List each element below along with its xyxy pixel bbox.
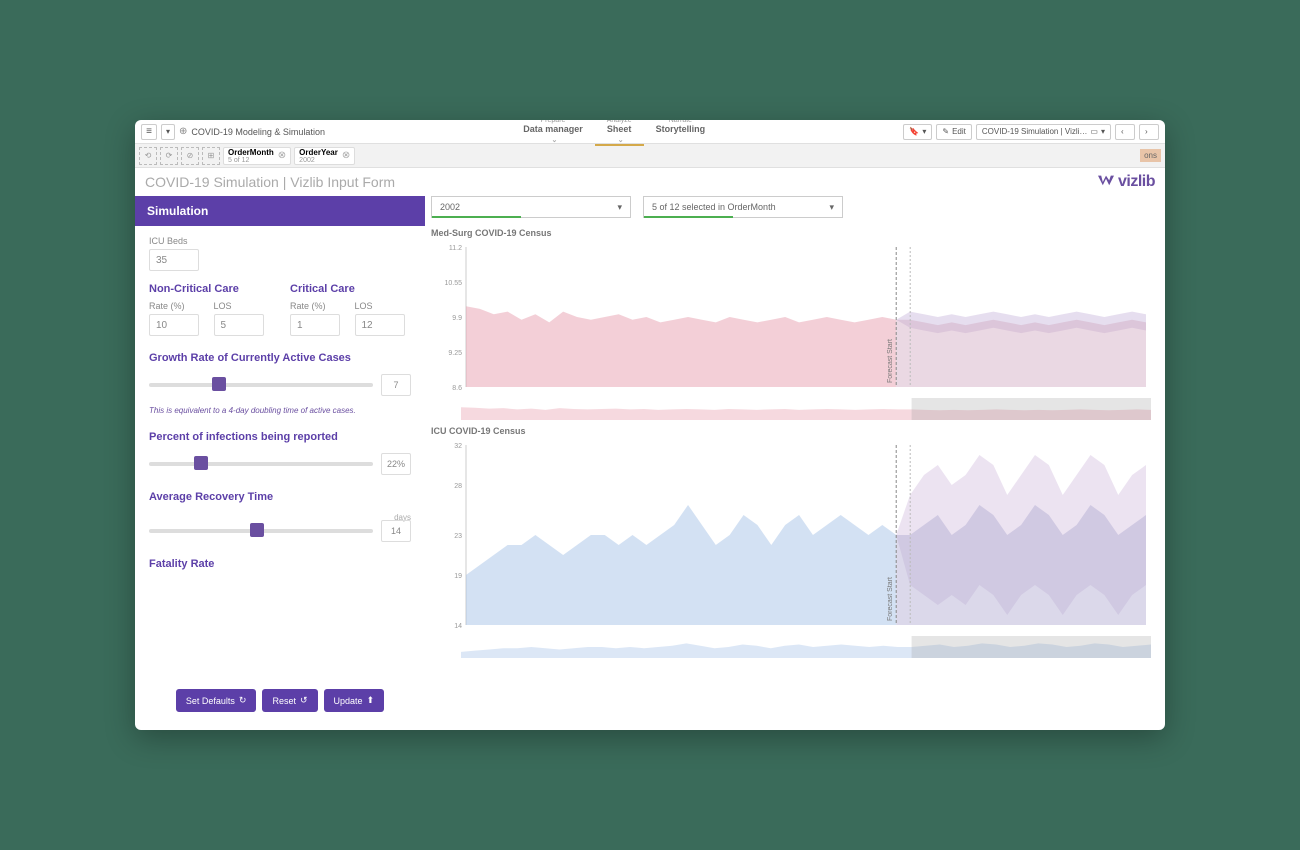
update-button[interactable]: Update⬆ bbox=[324, 689, 385, 712]
refresh-icon: ↻ bbox=[239, 695, 247, 706]
content-area: Simulation ICU Beds Non-Critical Care Ra… bbox=[135, 196, 1165, 730]
page-header: COVID-19 Simulation | Vizlib Input Form … bbox=[135, 168, 1165, 196]
prev-sheet-button[interactable]: ‹ bbox=[1115, 124, 1135, 140]
upload-icon: ⬆ bbox=[367, 695, 375, 706]
chevron-down-icon: ⌄ bbox=[610, 136, 632, 144]
recovery-slider[interactable] bbox=[149, 529, 373, 533]
app-window: ≡ ▾ ⊕ COVID-19 Modeling & Simulation Pre… bbox=[135, 120, 1165, 730]
icu-minimap[interactable] bbox=[431, 636, 1155, 658]
fatality-title: Fatality Rate bbox=[149, 558, 411, 570]
undo-icon: ↺ bbox=[300, 695, 308, 706]
nav-prepare[interactable]: Prepare Data manager⌄ bbox=[511, 120, 595, 146]
growth-rate-slider[interactable] bbox=[149, 383, 373, 387]
vizlib-logo: vizlib bbox=[1098, 173, 1155, 191]
selection-back-button[interactable]: ⟲ bbox=[139, 147, 157, 165]
simulation-panel: Simulation ICU Beds Non-Critical Care Ra… bbox=[135, 196, 425, 720]
chevron-down-icon: ▾ bbox=[617, 202, 622, 213]
recovery-value[interactable]: 14 bbox=[381, 520, 411, 542]
recovery-title: Average Recovery Time bbox=[149, 491, 411, 503]
svg-text:23: 23 bbox=[454, 533, 462, 540]
nav-narrate[interactable]: Narrate Storytelling bbox=[644, 120, 718, 146]
icu-beds-label: ICU Beds bbox=[149, 236, 411, 246]
med-surg-chart[interactable]: 8.6 9.25 9.9 10.55 11.2 Forecast Start bbox=[431, 242, 1155, 392]
non-critical-rate-input[interactable] bbox=[149, 314, 199, 336]
menu-dropdown[interactable]: ▾ bbox=[161, 124, 175, 140]
year-dropdown[interactable]: 2002▾ bbox=[431, 196, 631, 218]
month-dropdown[interactable]: 5 of 12 selected in OrderMonth▾ bbox=[643, 196, 843, 218]
svg-text:19: 19 bbox=[454, 573, 462, 580]
edit-button[interactable]: ✎Edit bbox=[936, 124, 972, 140]
sheet-icon: ▭ bbox=[1090, 127, 1098, 136]
simulation-footer: Set Defaults↻ Reset↺ Update⬆ bbox=[135, 681, 425, 720]
svg-text:11.2: 11.2 bbox=[449, 245, 462, 252]
reported-title: Percent of infections being reported bbox=[149, 431, 411, 443]
app-title: COVID-19 Modeling & Simulation bbox=[191, 127, 325, 137]
top-toolbar: ≡ ▾ ⊕ COVID-19 Modeling & Simulation Pre… bbox=[135, 120, 1165, 144]
growth-rate-title: Growth Rate of Currently Active Cases bbox=[149, 352, 411, 364]
svg-text:14: 14 bbox=[454, 623, 462, 630]
svg-text:9.25: 9.25 bbox=[448, 350, 462, 357]
globe-icon: ⊕ bbox=[179, 126, 187, 137]
menu-button[interactable]: ≡ bbox=[141, 124, 157, 140]
next-sheet-button[interactable]: › bbox=[1139, 124, 1159, 140]
reported-value[interactable]: 22% bbox=[381, 453, 411, 475]
chevron-down-icon: ▾ bbox=[922, 127, 926, 136]
svg-text:10.55: 10.55 bbox=[444, 280, 462, 287]
svg-text:32: 32 bbox=[454, 443, 462, 450]
reported-slider[interactable] bbox=[149, 462, 373, 466]
med-surg-minimap[interactable] bbox=[431, 398, 1155, 420]
slider-thumb[interactable] bbox=[212, 377, 226, 391]
med-surg-chart-title: Med-Surg COVID-19 Census bbox=[431, 228, 1155, 238]
svg-text:28: 28 bbox=[454, 483, 462, 490]
chevron-down-icon: ⌄ bbox=[526, 136, 583, 144]
filter-chip-ordermonth[interactable]: OrderMonth 5 of 12 ⊗ bbox=[223, 147, 291, 165]
svg-text:Forecast Start: Forecast Start bbox=[887, 339, 894, 383]
selection-bar: ⟲ ⟳ ⊘ ⊞ OrderMonth 5 of 12 ⊗ OrderYear 2… bbox=[135, 144, 1165, 168]
pencil-icon: ✎ bbox=[942, 127, 949, 136]
non-critical-los-input[interactable] bbox=[214, 314, 264, 336]
slider-thumb[interactable] bbox=[250, 523, 264, 537]
icu-beds-input[interactable] bbox=[149, 249, 199, 271]
icu-chart-title: ICU COVID-19 Census bbox=[431, 426, 1155, 436]
svg-text:9.9: 9.9 bbox=[452, 315, 462, 322]
critical-los-input[interactable] bbox=[355, 314, 405, 336]
slider-thumb[interactable] bbox=[194, 456, 208, 470]
close-icon[interactable]: ⊗ bbox=[278, 150, 286, 161]
vizlib-logo-icon bbox=[1098, 175, 1114, 189]
svg-text:Forecast Start: Forecast Start bbox=[887, 577, 894, 621]
critical-title: Critical Care bbox=[290, 283, 411, 295]
selection-clear-button[interactable]: ⊘ bbox=[181, 147, 199, 165]
selection-tool-button[interactable]: ⊞ bbox=[202, 147, 220, 165]
reset-button[interactable]: Reset↺ bbox=[262, 689, 317, 712]
chevron-down-icon: ▾ bbox=[1101, 127, 1105, 136]
non-critical-title: Non-Critical Care bbox=[149, 283, 270, 295]
svg-text:8.6: 8.6 bbox=[452, 385, 462, 392]
close-icon[interactable]: ⊗ bbox=[342, 150, 350, 161]
simulation-body[interactable]: ICU Beds Non-Critical Care Rate (%) LOS bbox=[135, 226, 425, 681]
bookmark-button[interactable]: 🔖▾ bbox=[903, 124, 932, 140]
sheet-selector[interactable]: COVID-19 Simulation | Vizli… ▭▾ bbox=[976, 124, 1111, 140]
growth-rate-value[interactable]: 7 bbox=[381, 374, 411, 396]
growth-rate-note: This is equivalent to a 4-day doubling t… bbox=[149, 406, 411, 415]
bookmark-icon: 🔖 bbox=[909, 127, 919, 136]
chart-area: 2002▾ 5 of 12 selected in OrderMonth▾ Me… bbox=[431, 196, 1155, 720]
critical-rate-input[interactable] bbox=[290, 314, 340, 336]
icu-chart[interactable]: 14 19 23 28 32 Forecast Start bbox=[431, 440, 1155, 630]
selection-forward-button[interactable]: ⟳ bbox=[160, 147, 178, 165]
page-title: COVID-19 Simulation | Vizlib Input Form bbox=[145, 174, 395, 190]
nav-analyze[interactable]: Analyze Sheet⌄ bbox=[595, 120, 644, 146]
chevron-down-icon: ▾ bbox=[829, 202, 834, 213]
simulation-header: Simulation bbox=[135, 196, 425, 226]
set-defaults-button[interactable]: Set Defaults↻ bbox=[176, 689, 257, 712]
filter-chip-orderyear[interactable]: OrderYear 2002 ⊗ bbox=[294, 147, 355, 165]
filterbar-overflow[interactable]: ons bbox=[1140, 149, 1161, 162]
